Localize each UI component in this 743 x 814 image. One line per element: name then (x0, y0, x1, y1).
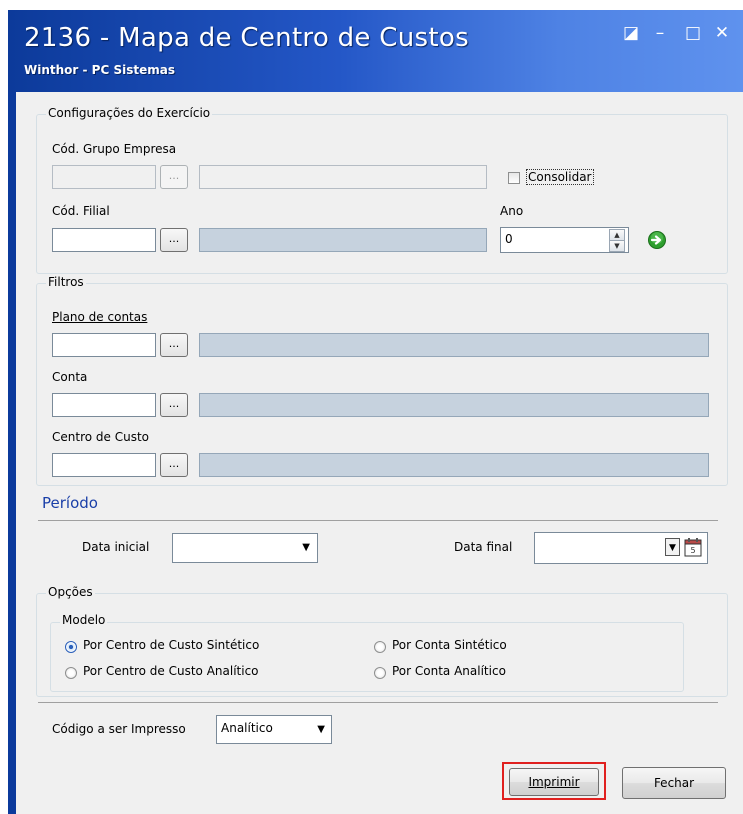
centro-custo-input[interactable] (52, 453, 156, 477)
svg-text:5: 5 (690, 546, 695, 555)
grupo-empresa-input[interactable] (52, 165, 156, 189)
conta-label: Conta (52, 370, 88, 384)
green-arrow-right-icon[interactable] (648, 231, 666, 249)
radio-label-conta-analitico[interactable]: Por Conta Analítico (392, 664, 506, 678)
grupo-empresa-description (199, 165, 487, 189)
calendar-icon[interactable]: 5 (684, 537, 702, 557)
centro-custo-description (199, 453, 709, 477)
chevron-down-icon[interactable]: ▼ (665, 538, 680, 556)
imprimir-button[interactable]: Imprimir (509, 768, 599, 796)
fechar-button[interactable]: Fechar (622, 767, 726, 799)
data-final-picker[interactable]: ▼ 5 (534, 532, 708, 564)
chevron-down-icon: ▼ (317, 724, 325, 735)
periodo-separator (38, 520, 718, 521)
filial-description (199, 228, 487, 252)
ano-spinner[interactable]: ▲ ▼ (609, 229, 625, 252)
modelo-group-label: Modelo (60, 613, 108, 627)
codigo-impresso-value: Analítico (221, 721, 273, 735)
centro-custo-label: Centro de Custo (52, 430, 149, 444)
ano-label: Ano (500, 204, 524, 218)
filial-lookup-button[interactable]: ... (160, 228, 188, 252)
conta-description (199, 393, 709, 417)
radio-conta-analitico[interactable] (374, 667, 386, 679)
conta-input[interactable] (52, 393, 156, 417)
codigo-impresso-dropdown[interactable]: Analítico ▼ (216, 715, 332, 744)
plano-description (199, 333, 709, 357)
centro-custo-lookup-button[interactable]: ... (160, 453, 188, 477)
radio-label-conta-sintetico[interactable]: Por Conta Sintético (392, 638, 507, 652)
radio-centro-custo-sintetico[interactable] (65, 641, 77, 653)
radio-label-centro-custo-analitico[interactable]: Por Centro de Custo Analítico (83, 664, 259, 678)
filial-label: Cód. Filial (52, 204, 110, 218)
close-icon[interactable]: ✕ (713, 24, 731, 42)
consolidar-label[interactable]: Consolidar (526, 169, 594, 185)
imprimir-button-label: Imprimir (528, 775, 580, 789)
conta-lookup-button[interactable]: ... (160, 393, 188, 417)
filial-input[interactable] (52, 228, 156, 252)
data-inicial-dropdown[interactable]: ▼ (172, 533, 318, 563)
periodo-heading: Período (42, 494, 98, 512)
plano-lookup-button[interactable]: ... (160, 333, 188, 357)
spin-down-icon[interactable]: ▼ (609, 240, 625, 252)
radio-label-centro-custo-sintetico[interactable]: Por Centro de Custo Sintético (83, 638, 259, 652)
chevron-down-icon: ▼ (302, 542, 310, 553)
opcoes-group-label: Opções (46, 585, 95, 599)
options-separator (38, 702, 718, 703)
maximize-icon[interactable]: □ (684, 24, 702, 42)
radio-centro-custo-analitico[interactable] (65, 667, 77, 679)
grupo-empresa-label: Cód. Grupo Empresa (52, 142, 177, 156)
radio-conta-sintetico[interactable] (374, 641, 386, 653)
modelo-group (50, 622, 684, 692)
window-subtitle: Winthor - PC Sistemas (24, 63, 175, 77)
restore-icon[interactable]: ◪ (622, 24, 640, 42)
data-inicial-label: Data inicial (82, 540, 150, 554)
config-group-label: Configurações do Exercício (46, 106, 213, 120)
codigo-impresso-label: Código a ser Impresso (52, 722, 186, 736)
data-final-label: Data final (454, 540, 513, 554)
minimize-icon[interactable]: – (651, 24, 669, 42)
fechar-button-label: Fechar (653, 776, 695, 790)
plano-input[interactable] (52, 333, 156, 357)
filtros-group-label: Filtros (46, 275, 86, 289)
grupo-empresa-lookup-button[interactable]: ... (160, 165, 188, 189)
consolidar-checkbox[interactable] (508, 172, 520, 184)
window-title: 2136 - Mapa de Centro de Custos (24, 23, 469, 53)
plano-label: Plano de contas (52, 310, 148, 324)
